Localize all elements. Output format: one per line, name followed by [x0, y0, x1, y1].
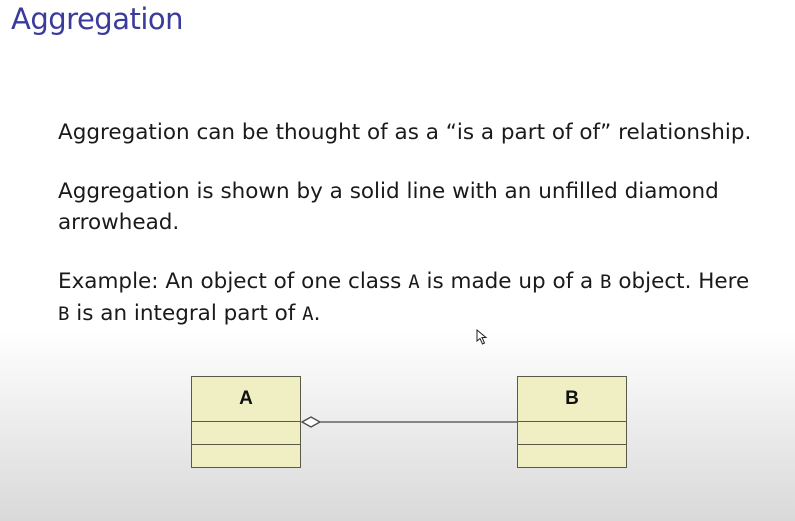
- class-a-name: A: [192, 377, 300, 422]
- class-a-attributes: [192, 422, 300, 445]
- class-b-name: B: [518, 377, 626, 422]
- class-a-operations: [192, 445, 300, 467]
- aggregation-connector: [300, 416, 517, 428]
- uml-class-a: A: [191, 376, 301, 468]
- class-b-attributes: [518, 422, 626, 445]
- mouse-pointer-icon: [476, 329, 488, 345]
- aggregation-diamond-icon: [300, 416, 322, 428]
- uml-class-b: B: [517, 376, 627, 468]
- class-b-operations: [518, 445, 626, 467]
